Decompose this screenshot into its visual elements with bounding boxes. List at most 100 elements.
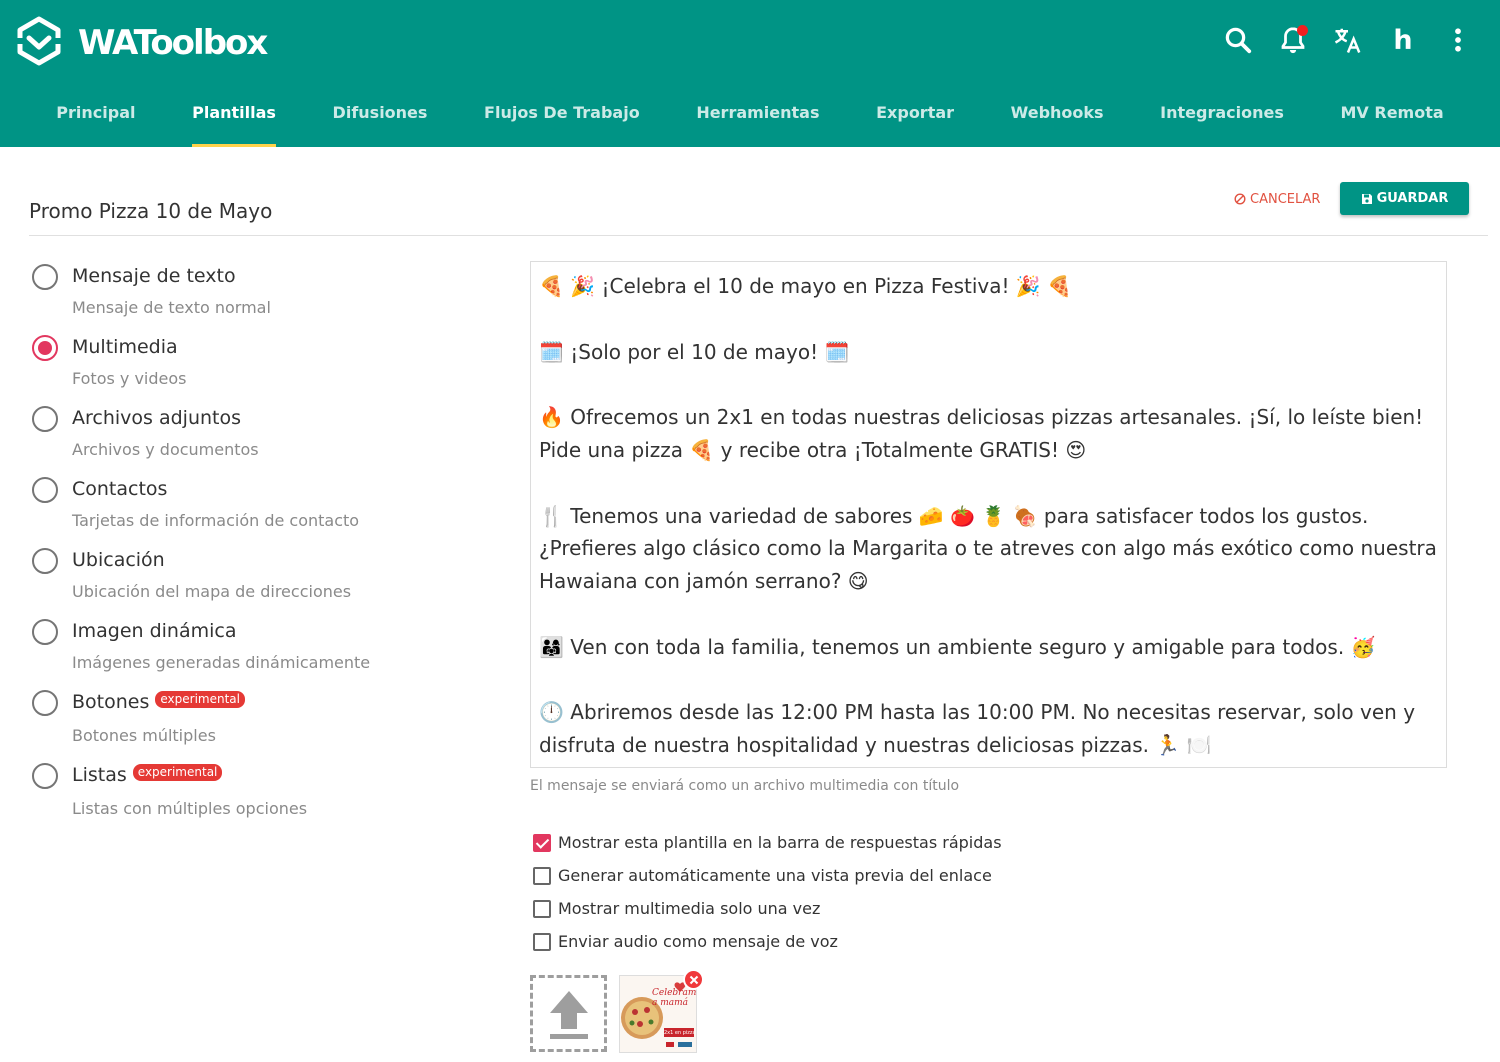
- option-description: Listas con múltiples opciones: [72, 799, 308, 818]
- checkbox[interactable]: [533, 866, 551, 885]
- tab-principal[interactable]: Principal: [52, 90, 139, 147]
- save-button[interactable]: GUARDAR: [1340, 182, 1469, 215]
- option-label: Mensaje de texto: [72, 265, 236, 287]
- option-label: Imagen dinámica: [72, 620, 237, 642]
- checkbox-voice-note[interactable]: Enviar audio como mensaje de voz: [533, 925, 1002, 958]
- message-line: 🍕 🎉 ¡Celebra el 10 de mayo en Pizza Fest…: [539, 274, 1073, 298]
- option-description: Botones múltiples: [72, 726, 216, 745]
- message-line: [539, 303, 1438, 336]
- checkbox-label: Generar automáticamente una vista previa…: [558, 866, 992, 885]
- message-line: 👨‍👩‍👧 Ven con toda la familia, tenemos u…: [539, 634, 1376, 659]
- avatar-letter: h: [1393, 24, 1413, 56]
- option-label: Archivos adjuntos: [72, 407, 242, 429]
- title-divider: [29, 235, 1488, 236]
- option-contactos[interactable]: Contactos Tarjetas de información de con…: [30, 475, 470, 546]
- tab-exportar[interactable]: Exportar: [872, 90, 958, 147]
- checkbox-label: Mostrar multimedia solo una vez: [558, 899, 821, 918]
- message-line: Pide una pizza 🍕 y recibe otra ¡Totalmen…: [539, 437, 1087, 462]
- message-line: ¿Prefieres algo clásico como la Margarit…: [539, 536, 1437, 561]
- app-logo[interactable]: WAToolbox: [16, 16, 268, 70]
- cancel-button[interactable]: CANCELAR: [1234, 189, 1320, 209]
- tab-herramientas[interactable]: Herramientas: [692, 90, 823, 147]
- checkbox-quick-replies[interactable]: Mostrar esta plantilla en la barra de re…: [533, 826, 1002, 859]
- option-label-text: Botones: [72, 691, 150, 713]
- message-type-options: Mensaje de texto Mensaje de texto normal…: [30, 262, 470, 834]
- radio-button[interactable]: [32, 548, 58, 574]
- option-ubicacion[interactable]: Ubicación Ubicación del mapa de direccio…: [30, 546, 470, 617]
- option-description: Imágenes generadas dinámicamente: [72, 653, 371, 672]
- option-multimedia[interactable]: Multimedia Fotos y videos: [30, 333, 470, 404]
- cancel-icon: [1234, 193, 1246, 205]
- option-listas[interactable]: Listas experimental Listas con múltiples…: [30, 761, 470, 834]
- option-label: Contactos: [72, 478, 168, 500]
- search-icon[interactable]: [1218, 20, 1258, 60]
- checkbox[interactable]: [533, 899, 551, 918]
- radio-button[interactable]: [32, 763, 58, 789]
- message-textarea[interactable]: 🍕 🎉 ¡Celebra el 10 de mayo en Pizza Fest…: [530, 261, 1447, 768]
- radio-button[interactable]: [32, 264, 58, 290]
- message-line: 🕛 Abriremos desde las 12:00 PM hasta las…: [539, 700, 1416, 725]
- top-app-bar: WAToolbox h Principal Plantillas Difusio…: [0, 0, 1500, 147]
- message-line: 🔥 Ofrecemos un 2x1 en todas nuestras del…: [539, 405, 1424, 430]
- experimental-badge: experimental: [155, 690, 245, 708]
- more-vert-icon[interactable]: [1438, 20, 1478, 60]
- tab-webhooks[interactable]: Webhooks: [1007, 90, 1108, 147]
- message-line: disfruta de nuestra hospitalidad y nuest…: [539, 733, 1212, 758]
- option-label-text: Listas: [72, 764, 127, 786]
- option-description: Archivos y documentos: [72, 440, 259, 459]
- notification-bell-icon[interactable]: [1273, 20, 1313, 60]
- translate-icon[interactable]: [1328, 20, 1368, 60]
- option-botones[interactable]: Botones experimental Botones múltiples: [30, 688, 470, 761]
- radio-button-selected[interactable]: [32, 335, 58, 361]
- radio-button[interactable]: [32, 619, 58, 645]
- notification-dot: [1297, 25, 1308, 36]
- option-description: Tarjetas de información de contacto: [72, 511, 360, 530]
- template-title[interactable]: Promo Pizza 10 de Mayo: [29, 199, 272, 223]
- close-icon: [689, 975, 698, 984]
- tab-flujos-de-trabajo[interactable]: Flujos De Trabajo: [480, 90, 644, 147]
- message-line: 🍴 Tenemos una variedad de sabores 🧀 🍅 🍍 …: [539, 503, 1369, 528]
- option-imagen-dinamica[interactable]: Imagen dinámica Imágenes generadas dinám…: [30, 617, 470, 688]
- upload-icon: [549, 990, 588, 1039]
- message-help-text: El mensaje se enviará como un archivo mu…: [530, 778, 960, 794]
- template-settings: Mostrar esta plantilla en la barra de re…: [533, 826, 1002, 958]
- app-name: WAToolbox: [78, 23, 268, 63]
- checkbox-link-preview[interactable]: Generar automáticamente una vista previa…: [533, 859, 1002, 892]
- message-line: [539, 664, 1438, 697]
- tab-integraciones[interactable]: Integraciones: [1156, 90, 1288, 147]
- thumbnail-offer-text: 2x1 en pizzas: [664, 1030, 694, 1036]
- radio-button[interactable]: [32, 690, 58, 716]
- logo-icon: [16, 16, 62, 70]
- option-label: Ubicación: [72, 549, 165, 571]
- cancel-label: CANCELAR: [1250, 191, 1321, 207]
- checkbox[interactable]: [533, 932, 551, 951]
- option-description: Fotos y videos: [72, 369, 187, 388]
- message-line: 🗓️ ¡Solo por el 10 de mayo! 🗓️: [539, 339, 850, 364]
- option-label: Botones experimental: [72, 690, 245, 713]
- upload-button[interactable]: [530, 975, 607, 1052]
- thumbnail-text: Celebramos a mamá: [652, 988, 696, 1008]
- main-nav-tabs: Principal Plantillas Difusiones Flujos D…: [0, 90, 1500, 147]
- message-line: Hawaiana con jamón serrano? 😋: [539, 569, 869, 594]
- option-archivos-adjuntos[interactable]: Archivos adjuntos Archivos y documentos: [30, 404, 470, 475]
- message-line: [539, 467, 1438, 500]
- option-description: Mensaje de texto normal: [72, 298, 271, 317]
- radio-button[interactable]: [32, 477, 58, 503]
- radio-button[interactable]: [32, 406, 58, 432]
- tab-difusiones[interactable]: Difusiones: [329, 90, 432, 147]
- checkbox-label: Mostrar esta plantilla en la barra de re…: [558, 833, 1002, 852]
- option-description: Ubicación del mapa de direcciones: [72, 582, 352, 601]
- checkbox-media-once[interactable]: Mostrar multimedia solo una vez: [533, 892, 1002, 925]
- option-mensaje-de-texto[interactable]: Mensaje de texto Mensaje de texto normal: [30, 262, 470, 333]
- remove-media-button[interactable]: [683, 969, 704, 990]
- checkbox-label: Enviar audio como mensaje de voz: [558, 932, 838, 951]
- user-avatar[interactable]: h: [1383, 20, 1423, 60]
- thumbnail-text-line: a mamá: [652, 998, 689, 1008]
- checkbox[interactable]: [533, 833, 551, 852]
- message-line: [539, 368, 1438, 401]
- tab-plantillas[interactable]: Plantillas: [188, 90, 280, 147]
- save-icon: [1361, 193, 1372, 204]
- message-line: [539, 598, 1438, 631]
- tab-mv-remota[interactable]: MV Remota: [1337, 90, 1448, 147]
- experimental-badge: experimental: [132, 763, 223, 781]
